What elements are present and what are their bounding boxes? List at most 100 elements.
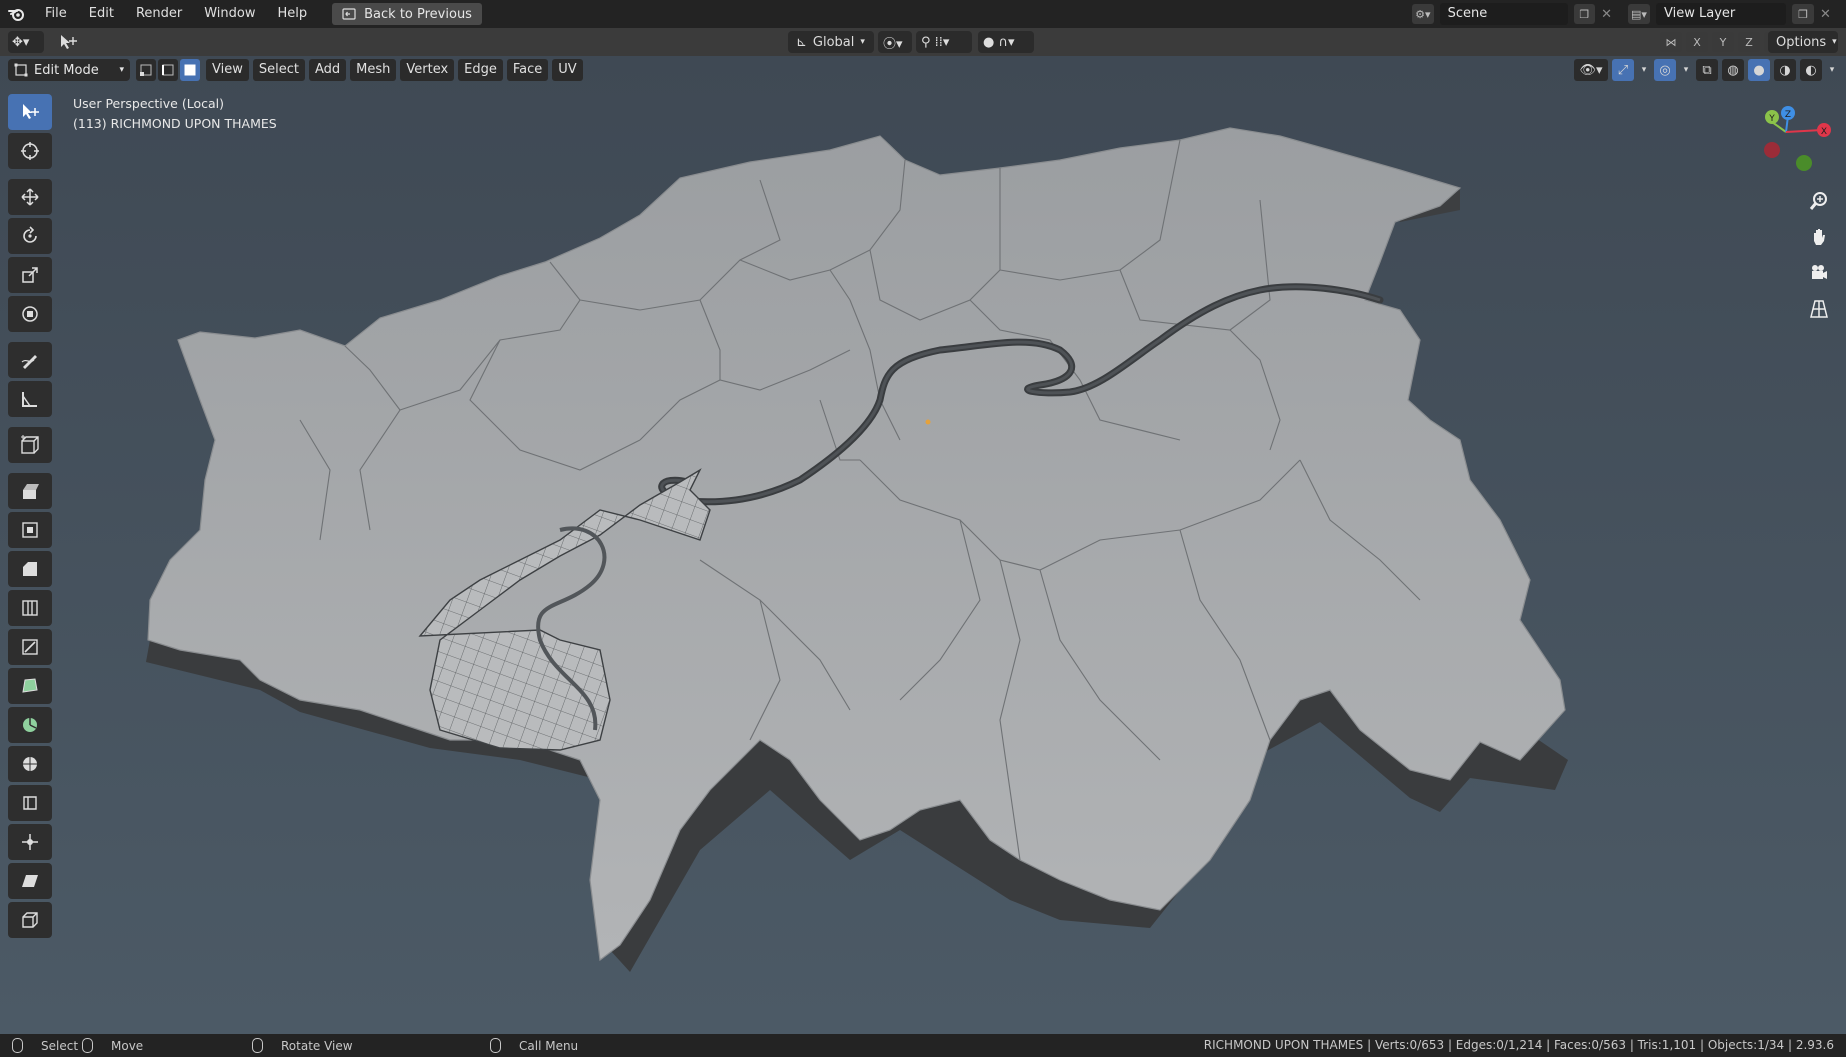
solid-shading-icon[interactable]: ● xyxy=(1748,59,1770,81)
inset-faces-tool[interactable] xyxy=(8,512,52,548)
map-mesh-render[interactable] xyxy=(0,56,1846,1034)
new-scene-icon[interactable]: ❐ xyxy=(1573,4,1596,24)
menu-add[interactable]: Add xyxy=(308,59,347,81)
active-object-label: (113) RICHMOND UPON THAMES xyxy=(73,116,277,131)
mode-label: Edit Mode xyxy=(34,62,99,78)
3d-viewport[interactable] xyxy=(0,56,1846,1034)
tool-shelf xyxy=(8,94,54,938)
gizmo-neg-x[interactable] xyxy=(1764,142,1780,158)
visibility-eye-icon[interactable]: 👁▾ xyxy=(1574,59,1608,81)
back-to-previous-label: Back to Previous xyxy=(364,6,472,22)
knife-tool[interactable] xyxy=(8,629,52,665)
menu-edge[interactable]: Edge xyxy=(458,59,503,81)
status-rotate-hint: Rotate View xyxy=(252,1038,353,1053)
xray-toggle-icon[interactable]: ⧉ xyxy=(1696,59,1718,81)
vertex-select-mode[interactable] xyxy=(136,59,156,81)
interaction-mode-dropdown[interactable]: Edit Mode ▾ xyxy=(8,59,130,81)
annotate-tool[interactable] xyxy=(8,342,52,378)
view-layer-field[interactable]: View Layer xyxy=(1656,3,1786,25)
poly-build-tool[interactable] xyxy=(8,668,52,704)
loop-cut-tool[interactable] xyxy=(8,590,52,626)
rotate-tool[interactable] xyxy=(8,218,52,254)
menu-file[interactable]: File xyxy=(34,0,78,28)
overlays-toggle-icon[interactable]: ◎ xyxy=(1654,59,1676,81)
mirror-z-toggle[interactable]: Z xyxy=(1738,32,1760,52)
menu-window[interactable]: Window xyxy=(193,0,266,28)
scene-statistics: RICHMOND UPON THAMES | Verts:0/653 | Edg… xyxy=(1203,1038,1834,1052)
menu-mesh[interactable]: Mesh xyxy=(350,59,397,81)
orientation-axes-icon: ⊾ xyxy=(796,34,807,50)
new-view-layer-icon[interactable]: ❐ xyxy=(1792,4,1814,24)
blender-logo-icon[interactable] xyxy=(0,0,34,28)
close-scene-icon[interactable]: ✕ xyxy=(1601,7,1612,22)
camera-view-icon[interactable] xyxy=(1804,258,1834,288)
gizmo-toggle-icon[interactable]: ⤢ xyxy=(1612,59,1634,81)
cursor-tool[interactable] xyxy=(8,133,52,169)
proportional-editing-toggle[interactable]: ● ∩▾ xyxy=(978,31,1034,53)
perspective-toggle-icon[interactable] xyxy=(1804,294,1834,324)
wireframe-shading-icon[interactable]: ◍ xyxy=(1722,59,1744,81)
move-tool[interactable] xyxy=(8,179,52,215)
material-shading-icon[interactable]: ◑ xyxy=(1774,59,1796,81)
orientation-label: Global xyxy=(812,34,855,50)
gizmo-neg-y[interactable] xyxy=(1796,155,1812,171)
mirror-icon[interactable]: ⋈ xyxy=(1660,32,1682,52)
menu-vertex[interactable]: Vertex xyxy=(400,59,455,81)
chevron-down-icon[interactable]: ▾ xyxy=(1826,59,1838,81)
chevron-down-icon: ▾ xyxy=(119,65,124,75)
options-dropdown[interactable]: Options ▾ xyxy=(1768,31,1838,53)
options-label: Options xyxy=(1776,34,1827,50)
scene-selector: ⚙▾ Scene ❐ ✕ xyxy=(1412,3,1612,25)
navigation-buttons xyxy=(1804,186,1834,324)
menu-select[interactable]: Select xyxy=(252,59,305,81)
chevron-down-icon[interactable]: ▾ xyxy=(1638,59,1650,81)
extrude-region-tool[interactable] xyxy=(8,473,52,509)
measure-tool[interactable] xyxy=(8,381,52,417)
menu-edit[interactable]: Edit xyxy=(78,0,125,28)
back-screen-icon xyxy=(342,8,356,20)
mirror-y-toggle[interactable]: Y xyxy=(1712,32,1734,52)
select-box-tool[interactable] xyxy=(8,94,52,130)
tool-settings-header: ✥▾ ⊾ Global ▾ ⦿▾ ⚲ ⁞⁞▾ ● ∩▾ ⋈ X Y Z ⌗ Op… xyxy=(0,28,1846,56)
menu-face[interactable]: Face xyxy=(506,59,549,81)
menu-render[interactable]: Render xyxy=(125,0,193,28)
add-cube-tool[interactable] xyxy=(8,427,52,463)
zoom-icon[interactable] xyxy=(1804,186,1834,216)
snap-toggle[interactable]: ⚲ ⁞⁞▾ xyxy=(916,31,972,53)
shear-tool[interactable] xyxy=(8,863,52,899)
pivot-point-dropdown[interactable]: ⦿▾ xyxy=(878,31,912,53)
view-layer-browse-icon[interactable]: ▤▾ xyxy=(1628,4,1650,24)
rip-region-tool[interactable] xyxy=(8,902,52,938)
pan-hand-icon[interactable] xyxy=(1804,222,1834,252)
transform-orientation-dropdown[interactable]: ⊾ Global ▾ xyxy=(788,31,874,53)
spin-tool[interactable] xyxy=(8,707,52,743)
bevel-tool[interactable] xyxy=(8,551,52,587)
status-select-hint: Select xyxy=(12,1038,78,1053)
view-layer-selector: ▤▾ View Layer ❐ ✕ xyxy=(1628,3,1842,25)
close-view-layer-icon[interactable]: ✕ xyxy=(1820,7,1831,22)
shrink-fatten-tool[interactable] xyxy=(8,824,52,860)
mouse-right-icon xyxy=(490,1038,501,1053)
chevron-down-icon: ▾ xyxy=(860,37,865,47)
menu-view[interactable]: View xyxy=(206,59,249,81)
back-to-previous-button[interactable]: Back to Previous xyxy=(332,3,482,25)
scale-tool[interactable] xyxy=(8,257,52,293)
face-select-mode[interactable] xyxy=(180,59,200,81)
scene-browse-icon[interactable]: ⚙▾ xyxy=(1412,4,1434,24)
rendered-shading-icon[interactable]: ◐ xyxy=(1800,59,1822,81)
scene-name-field[interactable]: Scene xyxy=(1439,3,1568,25)
menu-uv[interactable]: UV xyxy=(552,59,583,81)
chevron-down-icon: ▾ xyxy=(1832,37,1837,47)
edge-slide-tool[interactable] xyxy=(8,785,52,821)
active-tool-icon[interactable] xyxy=(58,33,80,55)
edge-select-mode[interactable] xyxy=(158,59,178,81)
mirror-x-toggle[interactable]: X xyxy=(1686,32,1708,52)
editor-type-icon[interactable]: ✥▾ xyxy=(8,31,44,53)
menu-help[interactable]: Help xyxy=(267,0,319,28)
navigation-gizmo[interactable]: Y Z X xyxy=(1740,100,1840,180)
smooth-tool[interactable] xyxy=(8,746,52,782)
transform-tool[interactable] xyxy=(8,296,52,332)
viewport-menus: View Select Add Mesh Vertex Edge Face UV xyxy=(206,59,583,81)
chevron-down-icon[interactable]: ▾ xyxy=(1680,59,1692,81)
object-origin-marker xyxy=(925,419,931,425)
